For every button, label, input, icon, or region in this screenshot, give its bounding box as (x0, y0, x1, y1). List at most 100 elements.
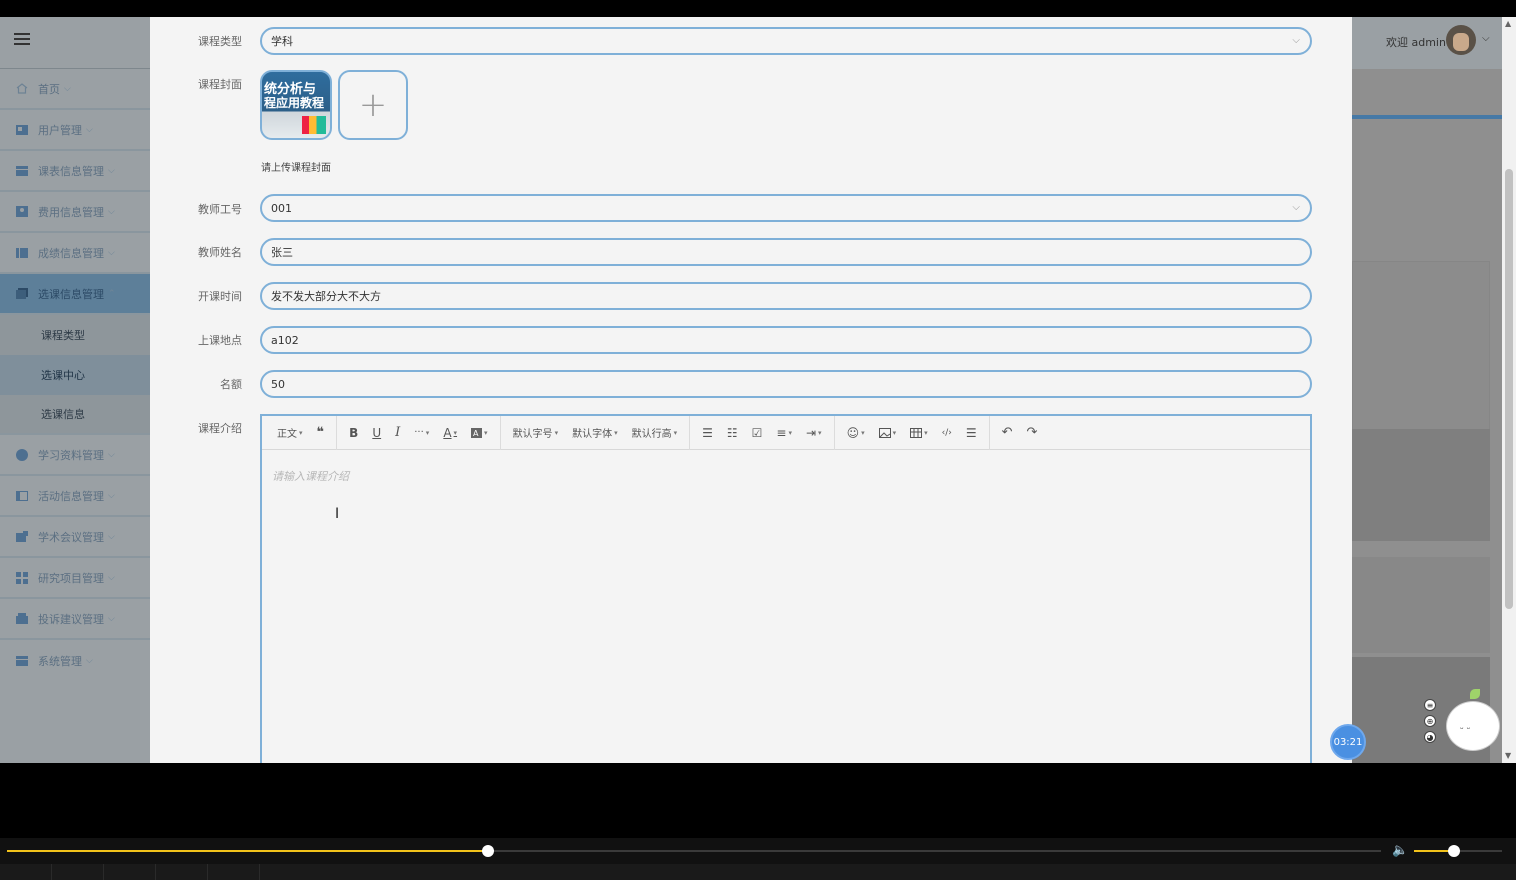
sidebar-top (0, 17, 150, 69)
location-input[interactable]: a102 (260, 326, 1312, 354)
upload-cover-button[interactable]: + (338, 70, 408, 140)
scrollbar-thumb[interactable] (1505, 169, 1513, 609)
sidebar-item-schedule[interactable]: 课表信息管理 ⌵ (0, 151, 150, 192)
cat-icon[interactable]: ◕ (1424, 731, 1436, 743)
chevron-down-icon: ⌵ (108, 247, 115, 258)
more-styles-icon[interactable]: ··· ▾ (407, 423, 436, 443)
fee-icon (16, 206, 28, 217)
quote-icon[interactable]: ❝ (310, 423, 332, 443)
chevron-down-icon: ⌵ (108, 449, 115, 460)
course-type-select[interactable]: 学科 ⌵ (260, 27, 1312, 55)
progress-track[interactable] (7, 845, 1381, 857)
sidebar-subitem-selection-info[interactable]: 选课信息 (0, 395, 150, 435)
font-size-dropdown[interactable]: 默认字号 ▾ (506, 423, 566, 443)
font-size-label: 默认字号 (512, 429, 553, 440)
sidebar: 首页 ⌵ 用户管理 ⌵ 课表信息管理 ⌵ 费用信息管理 ⌵ 成绩信息管理 ⌵ 选课信息管理… (0, 17, 150, 763)
location-label: 上课地点 (198, 334, 242, 347)
sidebar-subitem-label: 选课中心 (41, 369, 85, 382)
sidebar-item-label: 成绩信息管理 (38, 246, 104, 260)
sidebar-subitem-selection-center[interactable]: 选课中心 (0, 355, 150, 395)
code-icon[interactable]: ‹/› (935, 423, 959, 443)
teacher-id-select[interactable]: 001 ⌵ (260, 194, 1312, 222)
sidebar-item-label: 选课信息管理 (38, 287, 104, 301)
user-card-icon (16, 124, 28, 135)
numbered-list-icon[interactable]: ☷ (720, 423, 745, 443)
undo-icon[interactable]: ↶ (995, 423, 1020, 443)
background-color-icon[interactable]: A ▾ (464, 423, 495, 443)
sidebar-item-projects[interactable]: 研究项目管理 ⌵ (0, 558, 150, 599)
backdrop-panel (1352, 429, 1490, 541)
font-color-icon[interactable]: A ▾ (436, 423, 464, 443)
line-height-label: 默认行高 (631, 429, 672, 440)
chevron-down-icon: ⌵ (86, 124, 93, 135)
sidebar-item-grades[interactable]: 成绩信息管理 ⌵ (0, 233, 150, 274)
timer-badge[interactable]: 03:21 (1330, 724, 1366, 760)
hamburger-menu-icon[interactable] (14, 33, 30, 45)
svg-text:A: A (473, 429, 479, 438)
bold-icon[interactable]: B (342, 423, 365, 443)
volume-icon[interactable]: 🔈 (1392, 843, 1408, 858)
course-type-label: 课程类型 (198, 35, 242, 48)
chat-icon[interactable]: ≡ (1424, 699, 1436, 711)
grades-icon (16, 247, 28, 258)
globe-icon[interactable]: ⊕ (1424, 715, 1436, 727)
underline-icon[interactable]: U (365, 423, 388, 443)
teacher-name-value: 张三 (271, 246, 293, 259)
sidebar-item-users[interactable]: 用户管理 ⌵ (0, 110, 150, 151)
chevron-down-icon: ⌵ (108, 531, 115, 542)
scroll-down-icon[interactable]: ▼ (1505, 751, 1511, 760)
page-scrollbar[interactable]: ▲ ▼ (1502, 17, 1516, 763)
image-icon[interactable]: ▾ (872, 423, 904, 443)
paragraph-format-dropdown[interactable]: 正文 ▾ (270, 423, 310, 443)
todo-checkbox-icon[interactable]: ☑ (745, 423, 770, 443)
plus-icon: + (358, 85, 388, 125)
redo-icon[interactable]: ↷ (1020, 423, 1045, 443)
sidebar-subitem-label: 选课信息 (41, 408, 85, 421)
sidebar-item-home[interactable]: 首页 ⌵ (0, 69, 150, 110)
sidebar-item-label: 研究项目管理 (38, 571, 104, 585)
course-type-value: 学科 (271, 35, 293, 48)
welcome-text: 欢迎 admin (1386, 36, 1446, 49)
emoji-icon[interactable]: ☺ ▾ (840, 423, 872, 443)
align-icon[interactable]: ≡ ▾ (769, 423, 799, 443)
backdrop-panel (1352, 557, 1490, 653)
mascot-widget[interactable]: ≡ ⊕ ◕ ᵕ ᵕ (1424, 687, 1502, 763)
bulleted-list-icon[interactable]: ☰ (695, 423, 720, 443)
start-time-input[interactable]: 发不发大部分大不大方 (260, 282, 1312, 310)
sidebar-item-course-selection[interactable]: 选课信息管理 ⌃ (0, 274, 150, 315)
chevron-down-icon: ⌵ (108, 613, 115, 624)
avatar[interactable] (1446, 25, 1476, 55)
scroll-up-icon[interactable]: ▲ (1505, 19, 1511, 28)
sidebar-item-fees[interactable]: 费用信息管理 ⌵ (0, 192, 150, 233)
font-family-label: 默认字体 (572, 429, 613, 440)
volume-knob[interactable] (1447, 845, 1460, 857)
chevron-down-icon: ⌵ (1292, 35, 1300, 46)
sidebar-item-label: 用户管理 (38, 123, 82, 137)
sidebar-item-system[interactable]: 系统管理 ⌵ (0, 640, 150, 681)
table-icon[interactable]: ▾ (903, 423, 935, 443)
sidebar-item-complaints[interactable]: 投诉建议管理 ⌵ (0, 599, 150, 640)
teacher-name-input[interactable]: 张三 (260, 238, 1312, 266)
divider-icon[interactable]: ☰ (959, 423, 984, 443)
quota-input[interactable]: 50 (260, 370, 1312, 398)
chevron-down-icon: ⌵ (108, 165, 115, 176)
cover-image-thumbnail[interactable]: 统分析与 程应用教程 (260, 70, 332, 140)
rich-text-editor[interactable]: 正文 ▾ ❝ B U I ··· ▾ A ▾ A ▾ 默认字号 ▾ 默认字体 ▾ 默认行高 ▾… (260, 414, 1312, 763)
progress-knob[interactable] (481, 845, 494, 857)
leaf-icon (1470, 689, 1480, 699)
conference-icon (16, 531, 28, 542)
sidebar-item-materials[interactable]: 学习资料管理 ⌵ (0, 435, 150, 476)
line-height-dropdown[interactable]: 默认行高 ▾ (625, 423, 685, 443)
chevron-down-icon[interactable]: ⌵ (1482, 33, 1490, 44)
chevron-down-icon: ⌵ (86, 655, 93, 666)
indent-icon[interactable]: ⇥ ▾ (799, 423, 829, 443)
sidebar-item-label: 费用信息管理 (38, 205, 104, 219)
sidebar-item-activities[interactable]: 活动信息管理 ⌵ (0, 476, 150, 517)
sidebar-item-conferences[interactable]: 学术会议管理 ⌵ (0, 517, 150, 558)
italic-icon[interactable]: I (388, 423, 407, 443)
volume-track[interactable] (1414, 845, 1502, 857)
font-family-dropdown[interactable]: 默认字体 ▾ (565, 423, 625, 443)
chevron-down-icon: ⌵ (1292, 202, 1300, 213)
sidebar-subitem-course-type[interactable]: 课程类型 (0, 315, 150, 355)
paragraph-format-label: 正文 (277, 429, 297, 440)
